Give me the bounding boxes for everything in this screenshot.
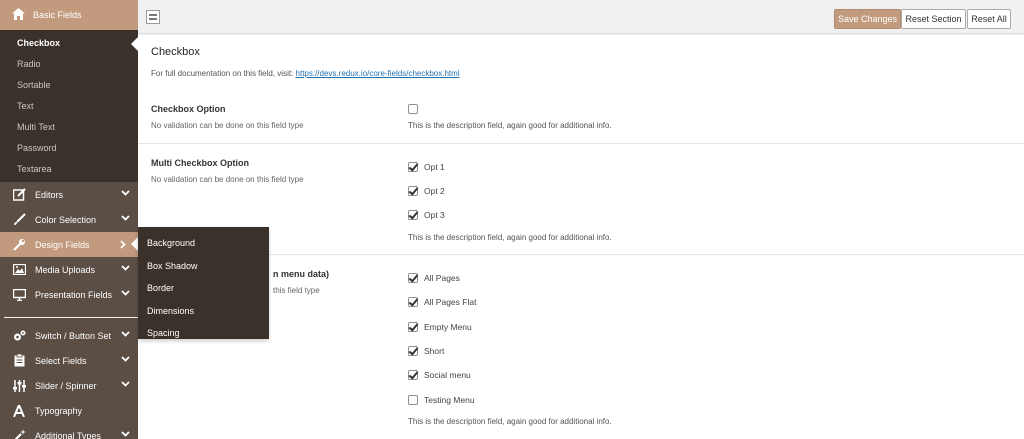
submenu-item-multi-text[interactable]: Multi Text [0, 117, 138, 138]
sidebar-item-label: Design Fields [35, 239, 90, 250]
sidebar-item-presentation-fields[interactable]: Presentation Fields [0, 282, 138, 307]
chevron-down-icon [121, 263, 130, 273]
documentation-link[interactable]: https://devs.redux.io/core-fields/checkb… [296, 69, 460, 78]
field-subtitle: this field type [273, 286, 320, 295]
monitor-icon [12, 288, 26, 302]
testing-menu-checkbox[interactable] [408, 395, 418, 405]
menu-icon [149, 14, 157, 20]
field-title: Multi Checkbox Option [151, 158, 249, 168]
chevron-down-icon [121, 379, 130, 389]
checkbox-label: Testing Menu [424, 395, 475, 405]
reset-section-button[interactable]: Reset Section [901, 9, 966, 29]
checkbox-label: Opt 3 [424, 210, 445, 220]
submenu-item-radio[interactable]: Radio [0, 54, 138, 75]
field-description: This is the description field, again goo… [408, 121, 612, 130]
edit-icon [12, 188, 26, 202]
sidebar-item-typography[interactable]: Typography [0, 398, 138, 423]
opt-2-checkbox[interactable] [408, 186, 418, 196]
submenu-item-text[interactable]: Text [0, 96, 138, 117]
short-checkbox[interactable] [408, 346, 418, 356]
field-subtitle: No validation can be done on this field … [151, 175, 304, 184]
sidebar-item-switch-button-set[interactable]: Switch / Button Set [0, 323, 138, 348]
submenu-item-checkbox[interactable]: Checkbox [0, 33, 138, 54]
sidebar-item-media-uploads[interactable]: Media Uploads [0, 257, 138, 282]
chevron-down-icon [121, 329, 130, 339]
submenu-basic-fields: Checkbox Radio Sortable Text Multi Text … [0, 30, 138, 182]
field-divider [138, 143, 1024, 144]
sidebar-item-label: Switch / Button Set [35, 330, 112, 341]
sidebar-item-label: Basic Fields [33, 10, 82, 20]
sliders-icon [12, 379, 26, 393]
field-title: Checkbox Option [151, 104, 226, 114]
checkbox-label: Opt 1 [424, 162, 445, 172]
home-icon [12, 8, 25, 22]
sidebar-item-label: Select Fields [35, 355, 87, 366]
chevron-down-icon [121, 213, 130, 223]
sidebar-item-color-selection[interactable]: Color Selection [0, 207, 138, 232]
field-description: This is the description field, again goo… [408, 233, 612, 242]
flyout-item-box-shadow[interactable]: Box Shadow [138, 255, 269, 278]
sidebar-item-label: Presentation Fields [35, 289, 113, 300]
sidebar-item-label: Typography [35, 405, 83, 416]
field-description: This is the description field, again goo… [408, 417, 612, 426]
brush-icon [12, 213, 26, 227]
flyout-item-border[interactable]: Border [138, 277, 269, 300]
chevron-down-icon [121, 188, 130, 198]
sidebar-item-editors[interactable]: Editors [0, 182, 138, 207]
sidebar-item-label: Color Selection [35, 214, 97, 225]
submenu-item-sortable[interactable]: Sortable [0, 75, 138, 96]
reset-all-button[interactable]: Reset All [967, 9, 1011, 29]
opt-3-checkbox[interactable] [408, 210, 418, 220]
wrench-icon [12, 238, 26, 252]
sidebar-item-label: Additional Types [35, 430, 101, 439]
checkbox-label: Social menu [424, 370, 471, 380]
checkbox-label: Opt 2 [424, 186, 445, 196]
checkbox-label: Empty Menu [424, 322, 472, 332]
sidebar-item-additional-types[interactable]: Additional Types [0, 423, 138, 439]
sidebar-item-slider-spinner[interactable]: Slider / Spinner [0, 373, 138, 398]
opt-1-checkbox[interactable] [408, 162, 418, 172]
sidebar-item-label: Editors [35, 189, 64, 200]
submenu-item-password[interactable]: Password [0, 138, 138, 159]
checkbox-label: All Pages Flat [424, 297, 477, 307]
gears-icon [12, 329, 26, 343]
magic-wand-icon [12, 429, 26, 439]
doc-prefix: For full documentation on this field, vi… [151, 69, 296, 78]
image-icon [12, 263, 26, 277]
sidebar-item-basic-fields[interactable]: Basic Fields [0, 0, 138, 30]
clipboard-icon [12, 354, 26, 368]
font-icon [12, 404, 26, 418]
checkbox-label: All Pages [424, 273, 460, 283]
field-title: n menu data) [273, 269, 330, 279]
chevron-right-icon [120, 240, 126, 251]
flyout-item-dimensions[interactable]: Dimensions [138, 300, 269, 323]
chevron-down-icon [121, 354, 130, 364]
main-panel: Checkbox For full documentation on this … [138, 35, 1024, 439]
empty-menu-checkbox[interactable] [408, 322, 418, 332]
chevron-down-icon [121, 429, 130, 439]
sidebar-item-design-fields[interactable]: Design Fields [0, 232, 138, 257]
all-pages-flat-checkbox[interactable] [408, 297, 418, 307]
save-changes-button[interactable]: Save Changes [834, 9, 901, 29]
documentation-line: For full documentation on this field, vi… [151, 69, 460, 78]
chevron-down-icon [121, 288, 130, 298]
sidebar-item-select-fields[interactable]: Select Fields [0, 348, 138, 373]
sidebar: Basic Fields Checkbox Radio Sortable Tex… [0, 0, 138, 439]
sidebar-item-label: Slider / Spinner [35, 380, 97, 391]
field-subtitle: No validation can be done on this field … [151, 121, 304, 130]
flyout-item-spacing[interactable]: Spacing [138, 322, 269, 345]
section-title: Checkbox [151, 46, 200, 58]
checkbox-label: Short [424, 346, 445, 356]
checkbox-option-checkbox[interactable] [408, 104, 418, 114]
sidebar-item-label: Media Uploads [35, 264, 96, 275]
all-pages-checkbox[interactable] [408, 273, 418, 283]
design-fields-flyout-menu: Background Box Shadow Border Dimensions … [138, 227, 269, 339]
field-divider [138, 254, 1024, 255]
top-toolbar: Save Changes Reset Section Reset All [138, 0, 1024, 34]
social-menu-checkbox[interactable] [408, 370, 418, 380]
expand-options-button[interactable] [146, 10, 160, 24]
submenu-item-textarea[interactable]: Textarea [0, 159, 138, 180]
flyout-item-background[interactable]: Background [138, 232, 269, 255]
